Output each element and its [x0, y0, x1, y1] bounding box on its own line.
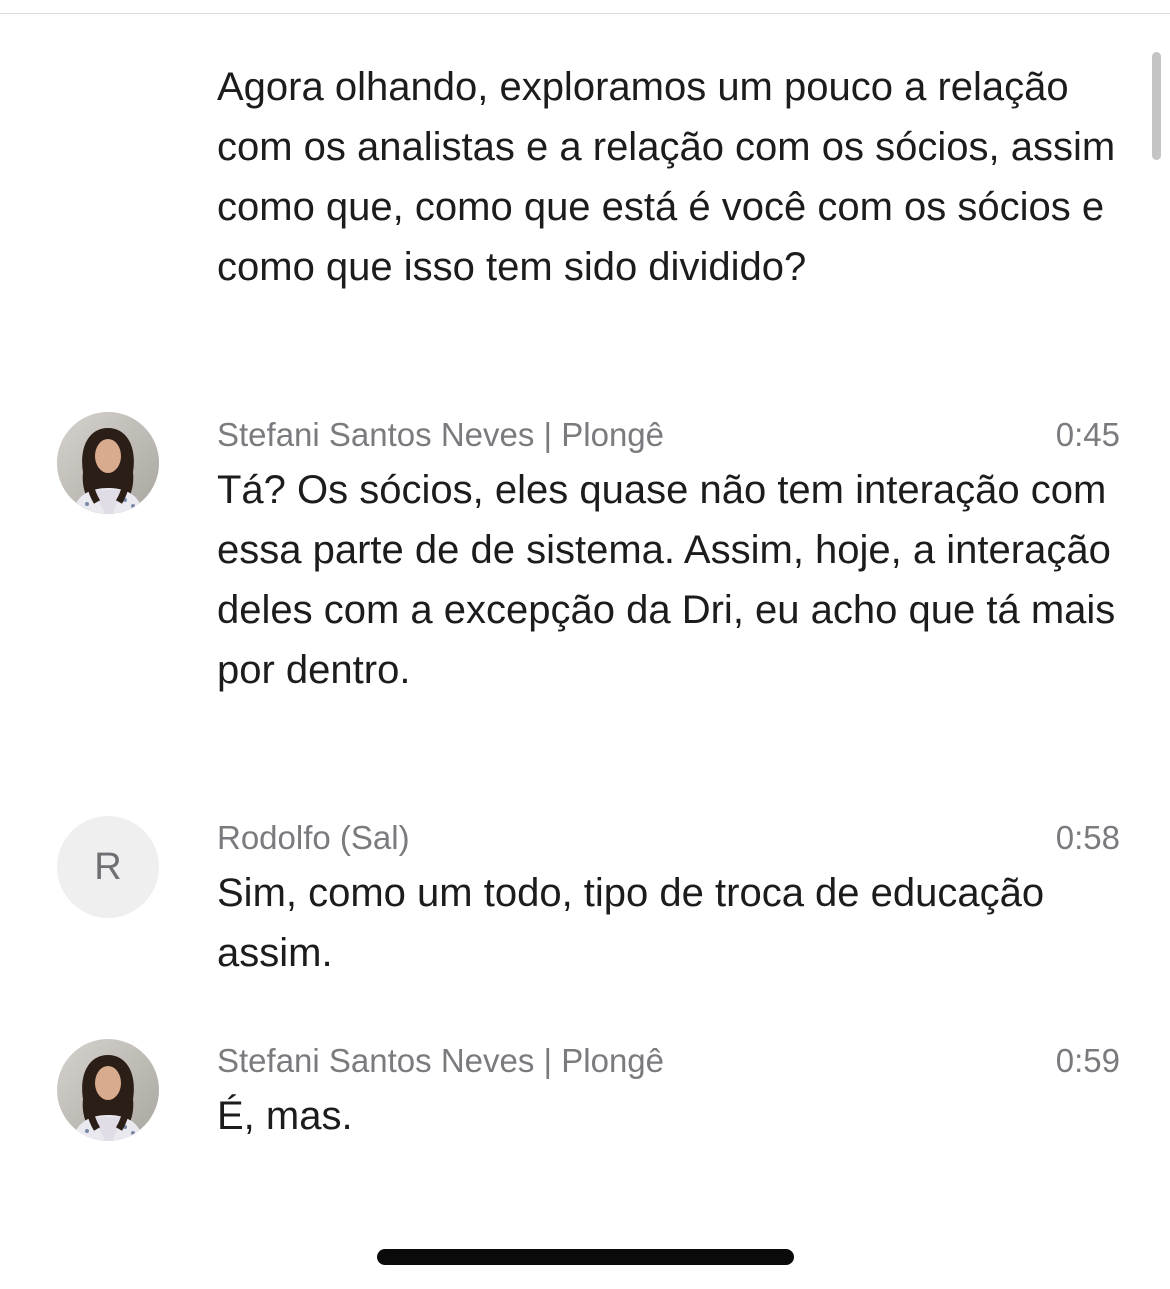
timestamp[interactable]: 0:58: [1056, 818, 1120, 858]
speaker-name: Stefani Santos Neves | Plongê: [217, 1042, 665, 1079]
speaker-avatar[interactable]: [57, 412, 159, 514]
top-divider: [0, 13, 1170, 14]
message-text: Sim, como um todo, tipo de troca de educ…: [217, 871, 1045, 975]
speaker-name: Rodolfo (Sal): [217, 819, 410, 856]
person-photo-icon: [57, 1039, 159, 1141]
person-photo-icon: [57, 412, 159, 514]
home-indicator[interactable]: [377, 1249, 794, 1265]
speaker-avatar[interactable]: [57, 1039, 159, 1141]
message-text: Agora olhando, exploramos um pouco a rel…: [217, 65, 1116, 289]
speaker-name: Stefani Santos Neves | Plongê: [217, 416, 665, 453]
scrollbar-thumb[interactable]: [1152, 52, 1161, 160]
message-text: Tá? Os sócios, eles quase não tem intera…: [217, 468, 1116, 692]
avatar-initial: R: [94, 845, 122, 888]
timestamp[interactable]: 0:59: [1056, 1041, 1120, 1081]
message-text: É, mas.: [217, 1094, 353, 1138]
speaker-avatar[interactable]: R: [57, 816, 159, 918]
timestamp[interactable]: 0:45: [1056, 415, 1120, 455]
